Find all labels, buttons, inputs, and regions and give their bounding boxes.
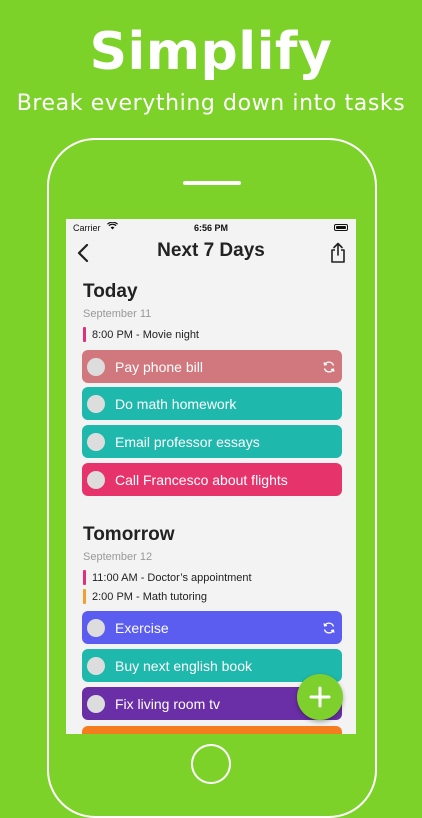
- task-row[interactable]: Do math homework: [82, 387, 342, 420]
- event-item[interactable]: 11:00 AM - Doctor’s appointment: [83, 569, 252, 586]
- task-row[interactable]: Call Francesco about flights: [82, 463, 342, 496]
- status-bar: Carrier 6:56 PM: [66, 219, 356, 237]
- promo-headline: Simplify: [89, 22, 333, 82]
- task-row[interactable]: Buy next english book: [82, 649, 342, 682]
- repeat-icon: [321, 620, 337, 636]
- event-color-bar: [83, 589, 86, 604]
- section-date-today: September 11: [83, 308, 152, 320]
- section-title-tomorrow: Tomorrow: [83, 524, 175, 545]
- task-row[interactable]: Pay phone bill: [82, 350, 342, 383]
- task-checkbox[interactable]: [87, 656, 105, 675]
- section-date-tomorrow: September 12: [83, 551, 153, 563]
- task-label: Call Francesco about flights: [115, 471, 288, 488]
- task-checkbox[interactable]: [87, 357, 105, 376]
- event-color-bar: [83, 570, 86, 585]
- plus-icon: [309, 686, 331, 708]
- task-label: Exercise: [115, 619, 169, 636]
- event-item[interactable]: 8:00 PM - Movie night: [83, 326, 199, 343]
- section-title-today: Today: [83, 281, 138, 302]
- task-checkbox[interactable]: [87, 432, 105, 451]
- task-checkbox[interactable]: [87, 470, 105, 489]
- battery-icon: [334, 224, 348, 231]
- status-time: 6:56 PM: [193, 223, 228, 233]
- event-text: 11:00 AM - Doctor’s appointment: [92, 571, 252, 584]
- task-label: Do math homework: [115, 395, 237, 412]
- task-label: Pay phone bill: [115, 358, 203, 375]
- task-checkbox[interactable]: [87, 394, 105, 413]
- event-text: 2:00 PM - Math tutoring: [92, 590, 207, 603]
- nav-bar: Next 7 Days: [66, 237, 356, 269]
- app-screen: Carrier 6:56 PM Next 7 Days Today Septem…: [66, 219, 356, 734]
- share-button[interactable]: [326, 240, 350, 266]
- repeat-icon: [321, 359, 337, 375]
- task-checkbox[interactable]: [87, 694, 105, 713]
- event-color-bar: [83, 327, 86, 342]
- page-title: Next 7 Days: [157, 240, 265, 261]
- promo-subheadline: Break everything down into tasks: [16, 91, 406, 116]
- phone-home-button: [191, 744, 231, 784]
- task-row[interactable]: Email professor essays: [82, 425, 342, 458]
- share-icon: [331, 242, 345, 263]
- add-task-button[interactable]: [297, 674, 343, 720]
- event-item[interactable]: 2:00 PM - Math tutoring: [83, 588, 207, 605]
- event-text: 8:00 PM - Movie night: [92, 328, 199, 341]
- task-row[interactable]: Exercise: [82, 611, 342, 644]
- task-row-partial[interactable]: [82, 726, 342, 734]
- task-checkbox[interactable]: [87, 618, 105, 637]
- task-label: Buy next english book: [115, 657, 252, 674]
- task-label: Email professor essays: [115, 433, 260, 450]
- phone-speaker: [183, 181, 241, 185]
